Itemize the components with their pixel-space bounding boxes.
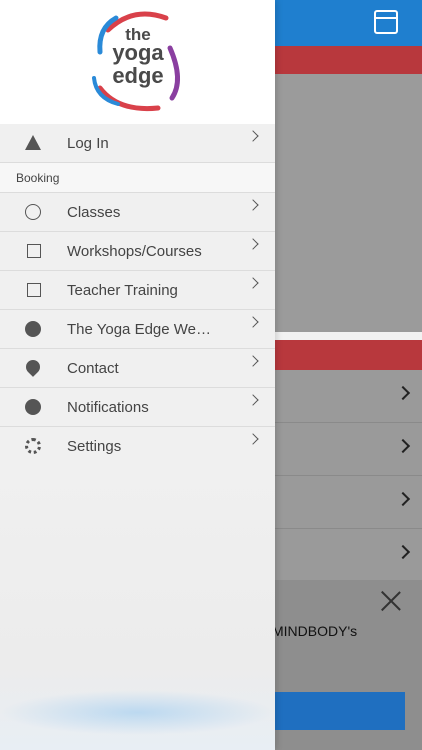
menu-item-website[interactable]: The Yoga Edge We… (0, 310, 275, 349)
menu-item-notifications[interactable]: Notifications (0, 388, 275, 427)
close-icon[interactable] (380, 590, 402, 612)
square-icon (27, 244, 41, 258)
chevron-right-icon (247, 199, 259, 211)
chevron-right-icon (247, 130, 259, 142)
popup-message: MINDBODY's (272, 623, 358, 639)
gear-icon (25, 438, 41, 454)
menu-item-teacher-training[interactable]: Teacher Training (0, 271, 275, 310)
warning-icon (25, 135, 41, 150)
list-item[interactable] (275, 476, 422, 529)
chat-bubble-icon (25, 399, 41, 415)
section-header-label: Booking (16, 171, 60, 185)
yoga-edge-logo: the yoga edge (88, 8, 188, 114)
chevron-right-icon (247, 394, 259, 406)
logo-text-edge: edge (112, 63, 164, 88)
drawer-bottom-glow (0, 690, 275, 735)
navigation-drawer: the yoga edge Log In Booking Classes Wor… (0, 0, 275, 750)
globe-icon (25, 321, 41, 337)
chevron-right-icon (247, 355, 259, 367)
section-header-booking: Booking (0, 163, 275, 193)
square-icon (27, 283, 41, 297)
menu-item-settings[interactable]: Settings (0, 427, 275, 466)
menu-item-label: Contact (67, 360, 119, 377)
chevron-right-icon (247, 238, 259, 250)
menu-item-contact[interactable]: Contact (0, 349, 275, 388)
chevron-right-icon (395, 438, 411, 454)
menu-item-label: Teacher Training (67, 282, 178, 299)
chevron-right-icon (395, 385, 411, 401)
popup-button[interactable] (275, 692, 405, 730)
chevron-right-icon (247, 433, 259, 445)
menu-item-label: Classes (67, 204, 121, 221)
logo-area: the yoga edge (0, 0, 275, 124)
menu-item-label: Workshops/Courses (67, 243, 202, 260)
chevron-right-icon (247, 316, 259, 328)
list-item[interactable] (275, 423, 422, 476)
list-item[interactable] (275, 529, 422, 582)
chevron-right-icon (395, 491, 411, 507)
menu-item-classes[interactable]: Classes (0, 193, 275, 232)
menu-item-label: The Yoga Edge We… (67, 321, 211, 338)
menu-item-label: Settings (67, 438, 122, 455)
calendar-icon[interactable] (374, 10, 398, 34)
menu-item-login[interactable]: Log In (0, 124, 275, 163)
menu-item-label: Log In (67, 135, 109, 152)
menu-item-workshops[interactable]: Workshops/Courses (0, 232, 275, 271)
menu-item-label: Notifications (67, 399, 149, 416)
logo-text-yoga: yoga (112, 40, 164, 65)
circle-icon (25, 204, 41, 220)
chevron-right-icon (247, 277, 259, 289)
location-pin-icon (23, 357, 43, 377)
drawer-menu: Log In Booking Classes Workshops/Courses… (0, 124, 275, 466)
list-item[interactable] (275, 370, 422, 423)
chevron-right-icon (395, 544, 411, 560)
